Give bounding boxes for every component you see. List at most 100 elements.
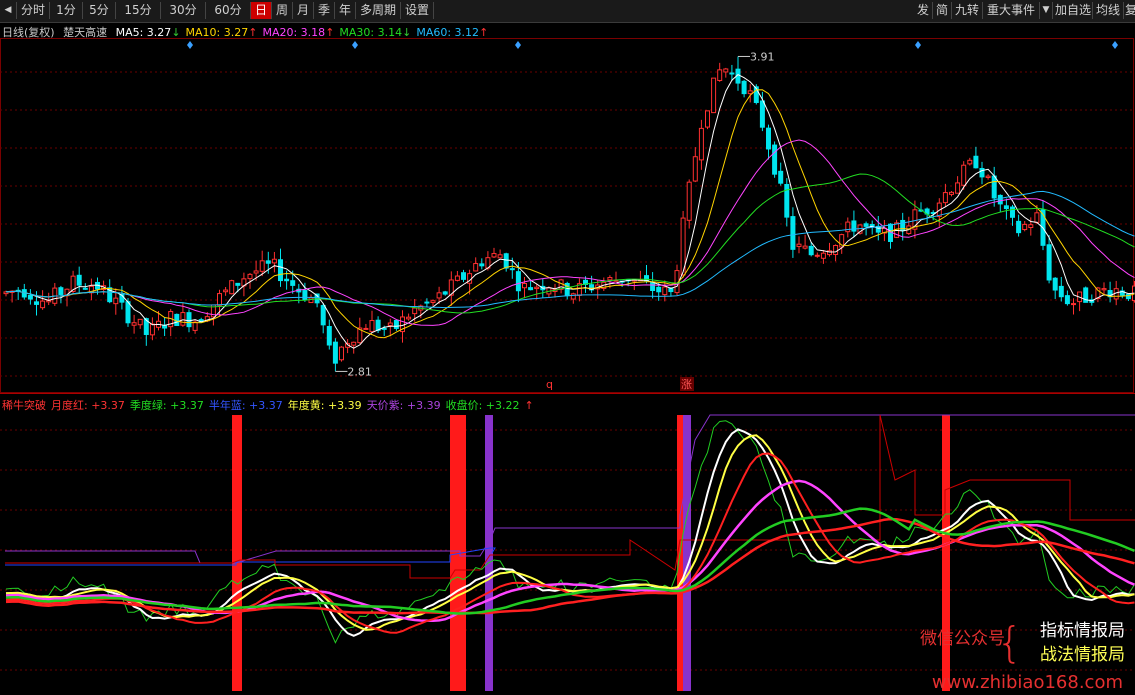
event-diamond-icon [915, 41, 921, 49]
candle-body [76, 274, 82, 286]
candle-body [790, 216, 796, 250]
candle-body [430, 300, 436, 304]
candle-body [509, 268, 515, 271]
candle-body [759, 100, 765, 128]
candle-body [332, 341, 338, 364]
candle-body [991, 175, 997, 199]
purple-step-line [5, 414, 1135, 564]
candle-body [186, 312, 192, 328]
candle-body [949, 191, 954, 195]
candle-body [34, 301, 39, 305]
candle-body [698, 127, 704, 161]
signal-column [232, 415, 242, 691]
candle-body [979, 167, 985, 178]
candle-body [326, 326, 332, 346]
candle-body [1064, 295, 1070, 305]
signal-column [485, 415, 493, 691]
candle-body [863, 223, 869, 227]
candle-body [662, 286, 668, 296]
candle-body [1010, 206, 1015, 218]
candle-body [473, 263, 479, 272]
event-diamond-icon [187, 41, 193, 49]
low-price-label: 2.81 [347, 365, 372, 378]
candle-body [436, 292, 442, 299]
candle-body [442, 291, 448, 295]
candle-body [174, 313, 180, 327]
candle-body [1071, 303, 1076, 306]
candle-body [58, 287, 64, 295]
candle-body [534, 286, 540, 290]
candle-body [290, 280, 296, 286]
candle-body [607, 277, 613, 281]
candle-body [967, 159, 973, 165]
candle-body [192, 321, 198, 331]
candle-body [424, 301, 430, 304]
candle-body [808, 245, 814, 256]
candle-body [461, 272, 466, 280]
candle-body [284, 278, 290, 282]
candle-body [412, 307, 418, 315]
candle-body [217, 293, 222, 306]
high-price-label: 3.91 [750, 50, 775, 63]
candle-body [778, 170, 784, 184]
candle-body [82, 287, 88, 290]
candle-body [278, 259, 283, 282]
candle-body [265, 260, 271, 264]
candle-body [259, 260, 265, 272]
candle-body [363, 327, 369, 330]
ma5-line [5, 73, 1135, 349]
candle-body [997, 194, 1003, 205]
marker-zhang: 涨 [681, 378, 692, 391]
candle-body [705, 110, 710, 128]
event-diamond-icon [352, 41, 358, 49]
candle-body [40, 300, 46, 309]
candle-body [454, 275, 460, 281]
watermark-brace: { [996, 618, 1023, 667]
candle-body [1052, 277, 1058, 291]
candle-body [320, 305, 326, 326]
candle-body [522, 282, 527, 289]
candle-body [339, 346, 344, 361]
stock-chart: 3.91 2.81 q 涨 [0, 38, 1135, 691]
candle-body [223, 289, 229, 293]
candle-body [961, 164, 967, 186]
green-indicator-line [5, 507, 1135, 615]
candle-body [1101, 288, 1107, 291]
candle-body [137, 318, 143, 326]
watermark-wechat: 微信公众号 [920, 629, 1005, 649]
candle-body [479, 263, 485, 267]
candle-body [528, 287, 534, 291]
candle-body [686, 181, 692, 221]
candle-body [351, 341, 357, 346]
event-diamond-icon [1112, 41, 1118, 49]
candle-body [955, 182, 961, 194]
candle-body [692, 156, 698, 182]
candle-body [729, 72, 735, 75]
candle-body [741, 80, 747, 95]
candle-body [570, 293, 576, 300]
event-diamond-icon [515, 41, 521, 49]
candle-body [1034, 212, 1040, 223]
main-pane-border [0, 38, 1134, 393]
watermark-line3: 战法情报局 [1040, 645, 1125, 665]
candle-body [125, 301, 131, 324]
ma60-line [5, 190, 1135, 309]
candle-body [229, 280, 235, 295]
candle-body [1058, 285, 1064, 298]
candle-body [711, 77, 717, 114]
candle-body [747, 90, 753, 95]
candle-body [942, 192, 948, 204]
candle-body [113, 297, 119, 305]
candle-body [985, 175, 991, 178]
candle-body [235, 282, 241, 286]
signal-column [683, 415, 691, 691]
candle-body [820, 252, 826, 259]
candle-body [393, 319, 399, 329]
candle-body [515, 271, 521, 292]
candle-body [381, 327, 387, 330]
candle-body [802, 245, 808, 249]
candle-body [766, 127, 771, 150]
candle-body [833, 244, 839, 255]
candle-body [406, 316, 412, 320]
candle-body [369, 320, 375, 333]
